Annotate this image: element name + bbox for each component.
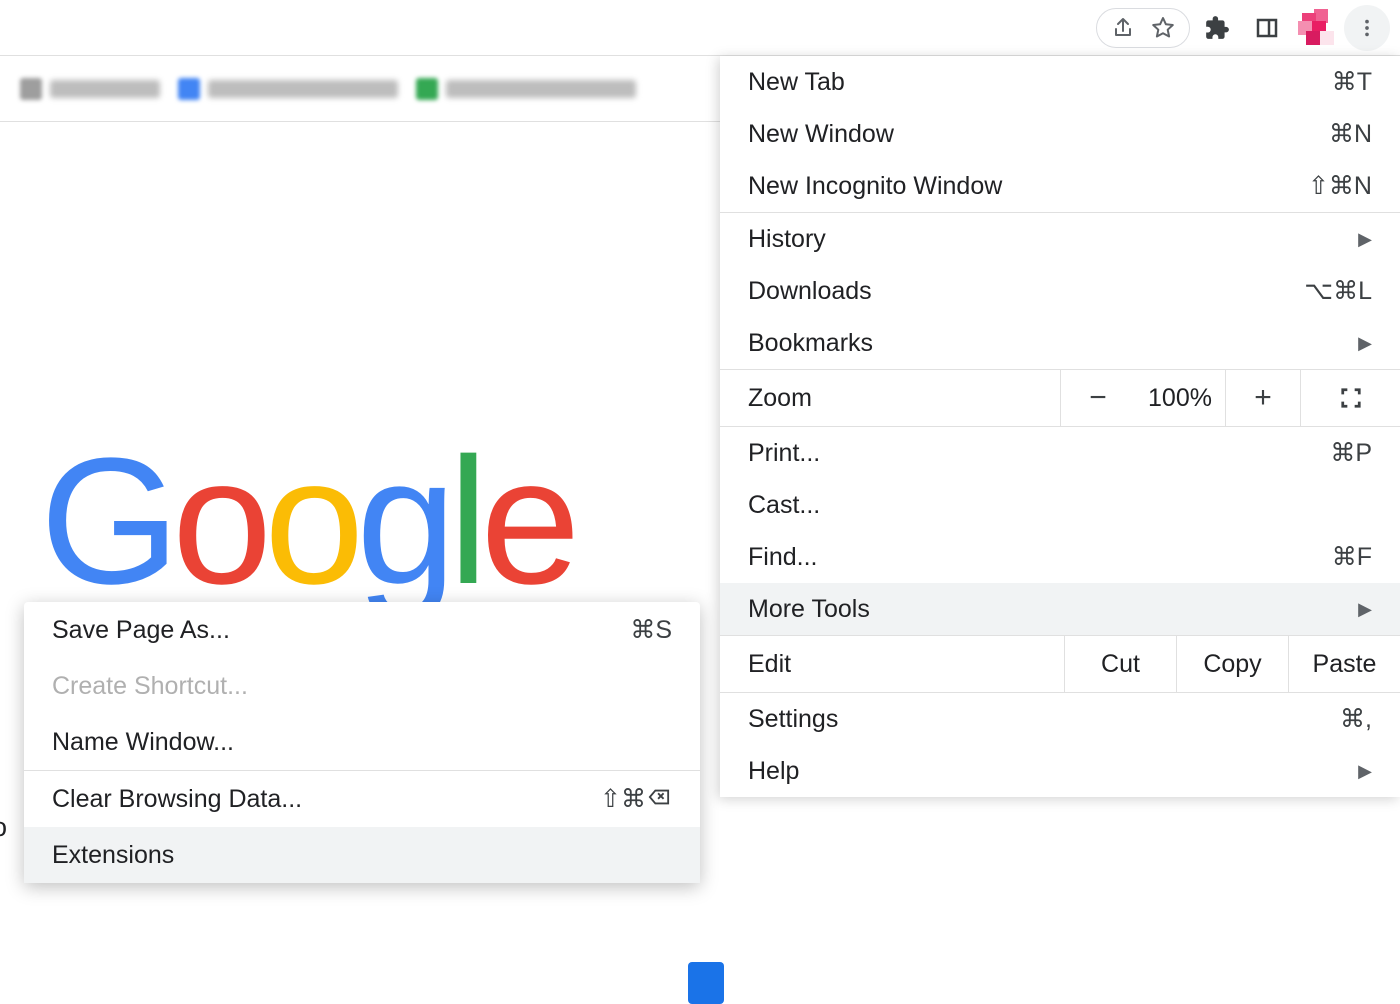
chrome-main-menu: New Tab⌘T New Window⌘N New Incognito Win… [720,56,1400,797]
menu-edit-row: Edit Cut Copy Paste [720,635,1400,693]
google-logo: Google [40,432,572,612]
extensions-icon[interactable] [1194,5,1240,51]
fullscreen-button[interactable] [1300,370,1400,426]
chevron-right-icon: ▶ [1358,229,1372,250]
share-icon[interactable] [1105,10,1141,46]
bookmark-item[interactable] [416,78,636,100]
menu-history[interactable]: History▶ [720,213,1400,265]
menu-downloads[interactable]: Downloads⌥⌘L [720,265,1400,317]
address-bar-actions [1096,8,1190,48]
submenu-name-window[interactable]: Name Window... [24,714,700,770]
zoom-value: 100% [1135,370,1225,426]
bookmark-item[interactable] [20,78,160,100]
menu-zoom-row: Zoom − 100% + [720,369,1400,427]
cutoff-text: o [0,812,7,843]
profile-avatar[interactable] [1294,5,1340,51]
zoom-label: Zoom [720,370,1060,426]
zoom-out-button[interactable]: − [1060,370,1135,426]
edit-paste-button[interactable]: Paste [1288,636,1400,692]
sidepanel-icon[interactable] [1244,5,1290,51]
browser-toolbar [0,0,1400,56]
submenu-create-shortcut: Create Shortcut... [24,658,700,714]
menu-more-tools[interactable]: More Tools▶ [720,583,1400,635]
submenu-clear-browsing-data[interactable]: Clear Browsing Data... ⇧⌘ [24,771,700,827]
submenu-extensions[interactable]: Extensions [24,827,700,883]
edit-copy-button[interactable]: Copy [1176,636,1288,692]
edit-cut-button[interactable]: Cut [1064,636,1176,692]
chevron-right-icon: ▶ [1358,599,1372,620]
menu-new-tab[interactable]: New Tab⌘T [720,56,1400,108]
chevron-right-icon: ▶ [1358,761,1372,782]
menu-settings[interactable]: Settings⌘, [720,693,1400,745]
kebab-menu-icon[interactable] [1344,5,1390,51]
edit-label: Edit [720,636,1064,692]
menu-cast[interactable]: Cast... [720,479,1400,531]
menu-print[interactable]: Print...⌘P [720,427,1400,479]
more-tools-submenu: Save Page As...⌘S Create Shortcut... Nam… [24,602,700,883]
delete-icon [646,784,672,810]
submenu-save-page[interactable]: Save Page As...⌘S [24,602,700,658]
menu-incognito[interactable]: New Incognito Window⇧⌘N [720,160,1400,212]
bookmark-item[interactable] [178,78,398,100]
menu-find[interactable]: Find...⌘F [720,531,1400,583]
chevron-right-icon: ▶ [1358,333,1372,354]
menu-new-window[interactable]: New Window⌘N [720,108,1400,160]
obscured-element [688,962,724,1004]
zoom-in-button[interactable]: + [1225,370,1300,426]
menu-help[interactable]: Help▶ [720,745,1400,797]
menu-bookmarks[interactable]: Bookmarks▶ [720,317,1400,369]
star-icon[interactable] [1145,10,1181,46]
